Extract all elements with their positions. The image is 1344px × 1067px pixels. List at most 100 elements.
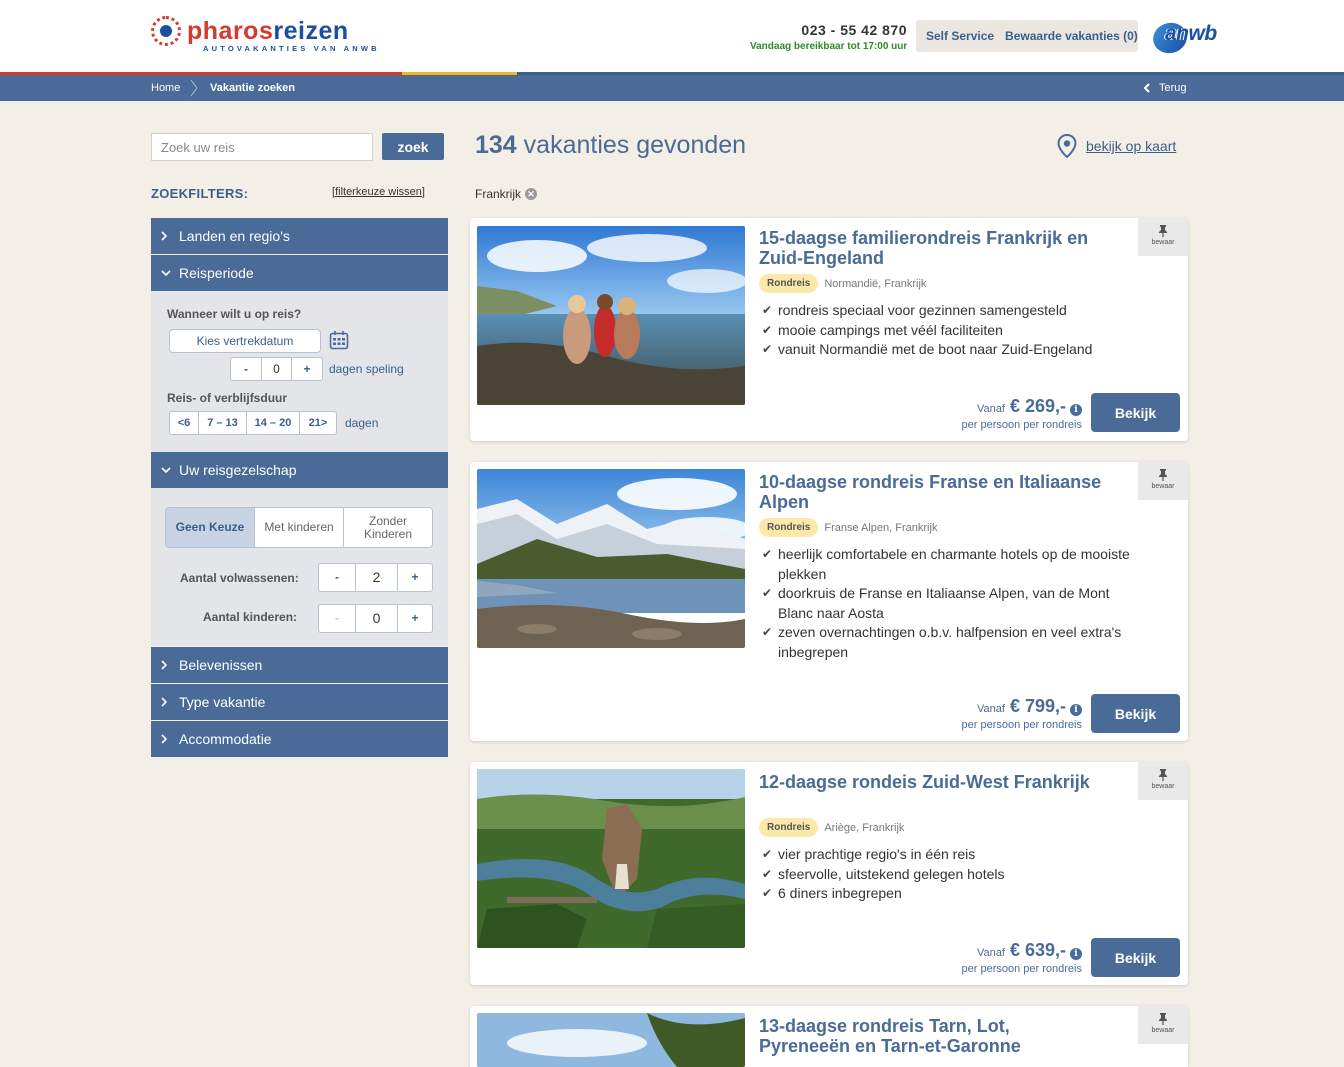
- trip-type-badge: Rondreis: [759, 274, 819, 293]
- result-meta: Rondreis Normandië, Frankrijk: [759, 274, 926, 293]
- result-card[interactable]: 15-daagse familierondreis Frankrijk en Z…: [470, 218, 1188, 441]
- price-from-label: Vanaf: [977, 403, 1005, 415]
- result-photo[interactable]: [477, 226, 745, 405]
- result-title[interactable]: 15-daagse familierondreis Frankrijk en Z…: [759, 228, 1104, 268]
- feature-item: doorkruis de Franse en Italiaanse Alpen,…: [762, 584, 1142, 623]
- filter-countries-regions[interactable]: Landen en regio's: [151, 218, 448, 254]
- result-title[interactable]: 10-daagse rondreis Franse en Italiaanse …: [759, 472, 1104, 512]
- phone-hours: Vandaag bereikbaar tot 17:00 uur: [750, 41, 908, 52]
- breadcrumb-home[interactable]: Home: [151, 82, 180, 94]
- feature-item: heerlijk comfortabele en charmante hotel…: [762, 545, 1142, 584]
- duration-option[interactable]: 14 – 20: [247, 412, 300, 434]
- price-value: € 799,-: [1009, 696, 1066, 716]
- company-type-selector: Geen Keuze Met kinderen Zonder Kinderen: [165, 507, 433, 548]
- filter-accommodation[interactable]: Accommodatie: [151, 721, 448, 757]
- result-meta: Rondreis Franse Alpen, Frankrijk: [759, 518, 937, 537]
- result-features: vier prachtige regio's in één reis sfeer…: [762, 845, 1162, 904]
- chevron-down-icon: [161, 270, 171, 276]
- save-button[interactable]: bewaar: [1138, 1006, 1188, 1044]
- result-title[interactable]: 13-daagse rondreis Tarn, Lot, Pyreneeën …: [759, 1016, 1104, 1056]
- results-heading: 134 vakanties gevonden: [475, 131, 746, 160]
- result-card[interactable]: 10-daagse rondreis Franse en Italiaanse …: [470, 462, 1188, 741]
- result-photo[interactable]: [477, 769, 745, 948]
- departure-date-button[interactable]: Kies vertrekdatum: [169, 329, 321, 353]
- save-button[interactable]: bewaar: [1138, 218, 1188, 256]
- active-filter-chip[interactable]: Frankrijk ✕: [475, 187, 538, 201]
- back-link[interactable]: Terug: [1144, 82, 1187, 94]
- breadcrumb: Home Vakantie zoeken Terug: [0, 75, 1344, 101]
- result-card[interactable]: 12-daagse rondeis Zuid-West Frankrijk Ro…: [470, 762, 1188, 985]
- price-value: € 639,-: [1009, 940, 1066, 960]
- logo-wordmark: pharosreizen: [187, 17, 349, 45]
- company-option-with-kids[interactable]: Met kinderen: [255, 508, 344, 547]
- self-service-link[interactable]: Self Service: [926, 29, 994, 43]
- flex-days-value[interactable]: 0: [262, 358, 292, 380]
- sun-logo-icon: [151, 16, 181, 46]
- filters-title: ZOEKFILTERS:: [151, 186, 249, 201]
- price-block: Vanaf € 639,- i per persoon per rondreis: [962, 940, 1082, 975]
- flex-days-label: dagen speling: [329, 362, 404, 376]
- phone-number[interactable]: 023 - 55 42 870: [750, 22, 907, 38]
- saved-holidays-link[interactable]: Bewaarde vakanties (0): [1005, 29, 1138, 43]
- flex-days-minus[interactable]: -: [231, 358, 262, 380]
- adults-minus[interactable]: -: [319, 564, 356, 591]
- clear-filters-link[interactable]: [filterkeuze wissen]: [332, 186, 425, 198]
- result-photo[interactable]: [477, 1013, 745, 1067]
- filter-holiday-type[interactable]: Type vakantie: [151, 684, 448, 720]
- children-minus[interactable]: -: [319, 605, 356, 632]
- info-icon[interactable]: i: [1070, 948, 1082, 960]
- chevron-right-icon: [161, 697, 167, 707]
- pin-icon: [1159, 225, 1167, 237]
- adults-stepper: - 2 +: [318, 563, 433, 592]
- children-plus[interactable]: +: [398, 605, 432, 632]
- price-value: € 269,-: [1009, 396, 1066, 416]
- duration-option[interactable]: <6: [170, 412, 199, 434]
- adults-value[interactable]: 2: [356, 564, 398, 591]
- result-photo[interactable]: [477, 469, 745, 648]
- company-option-none[interactable]: Geen Keuze: [166, 508, 255, 547]
- search-input[interactable]: [151, 133, 373, 161]
- result-title[interactable]: 12-daagse rondeis Zuid-West Frankrijk: [759, 772, 1104, 792]
- site-header: pharosreizen AUTOVAKANTIES VAN ANWB 023 …: [0, 0, 1344, 72]
- duration-option[interactable]: 7 – 13: [199, 412, 247, 434]
- price-per-label: per persoon per rondreis: [961, 719, 1082, 731]
- view-button[interactable]: Bekijk: [1091, 393, 1180, 432]
- save-button[interactable]: bewaar: [1138, 762, 1188, 800]
- price-per-label: per persoon per rondreis: [961, 963, 1082, 975]
- children-value[interactable]: 0: [356, 605, 398, 632]
- calendar-icon[interactable]: [329, 330, 349, 350]
- info-icon[interactable]: i: [1070, 704, 1082, 716]
- map-view-link[interactable]: bekijk op kaart: [1057, 134, 1176, 158]
- pin-icon: [1159, 469, 1167, 481]
- flex-days-plus[interactable]: +: [292, 358, 322, 380]
- view-button[interactable]: Bekijk: [1091, 694, 1180, 733]
- anwb-logo[interactable]: anwb: [1149, 19, 1225, 57]
- contact-block: 023 - 55 42 870 Vandaag bereikbaar tot 1…: [750, 22, 907, 52]
- children-label: Aantal kinderen:: [203, 610, 298, 624]
- save-button[interactable]: bewaar: [1138, 462, 1188, 500]
- company-option-without-kids[interactable]: Zonder Kinderen: [344, 508, 432, 547]
- view-button[interactable]: Bekijk: [1091, 938, 1180, 977]
- chevron-left-icon: [1144, 83, 1150, 93]
- breadcrumb-current: Vakantie zoeken: [210, 82, 295, 94]
- back-label: Terug: [1159, 82, 1187, 94]
- feature-item: 6 diners inbegrepen: [762, 884, 1162, 904]
- result-features: rondreis speciaal voor gezinnen samenges…: [762, 301, 1162, 360]
- feature-item: mooie campings met véél faciliteiten: [762, 321, 1162, 341]
- filter-travel-company[interactable]: Uw reisgezelschap: [151, 452, 448, 488]
- duration-option[interactable]: 21>: [300, 412, 336, 434]
- filter-travel-period[interactable]: Reisperiode: [151, 255, 448, 291]
- pharosreizen-logo[interactable]: pharosreizen AUTOVAKANTIES VAN ANWB: [151, 16, 377, 53]
- adults-plus[interactable]: +: [398, 564, 432, 591]
- price-from-label: Vanaf: [977, 703, 1005, 715]
- duration-unit: dagen: [345, 416, 379, 430]
- map-pin-icon: [1057, 134, 1077, 158]
- results-count: 134: [475, 131, 517, 159]
- info-icon[interactable]: i: [1070, 404, 1082, 416]
- active-filter-label: Frankrijk: [475, 187, 522, 201]
- search-button[interactable]: zoek: [382, 133, 444, 160]
- remove-filter-icon[interactable]: ✕: [525, 188, 538, 200]
- result-card[interactable]: 13-daagse rondreis Tarn, Lot, Pyreneeën …: [470, 1006, 1188, 1067]
- filter-experiences[interactable]: Belevenissen: [151, 647, 448, 683]
- breadcrumb-separator-icon: [190, 79, 198, 97]
